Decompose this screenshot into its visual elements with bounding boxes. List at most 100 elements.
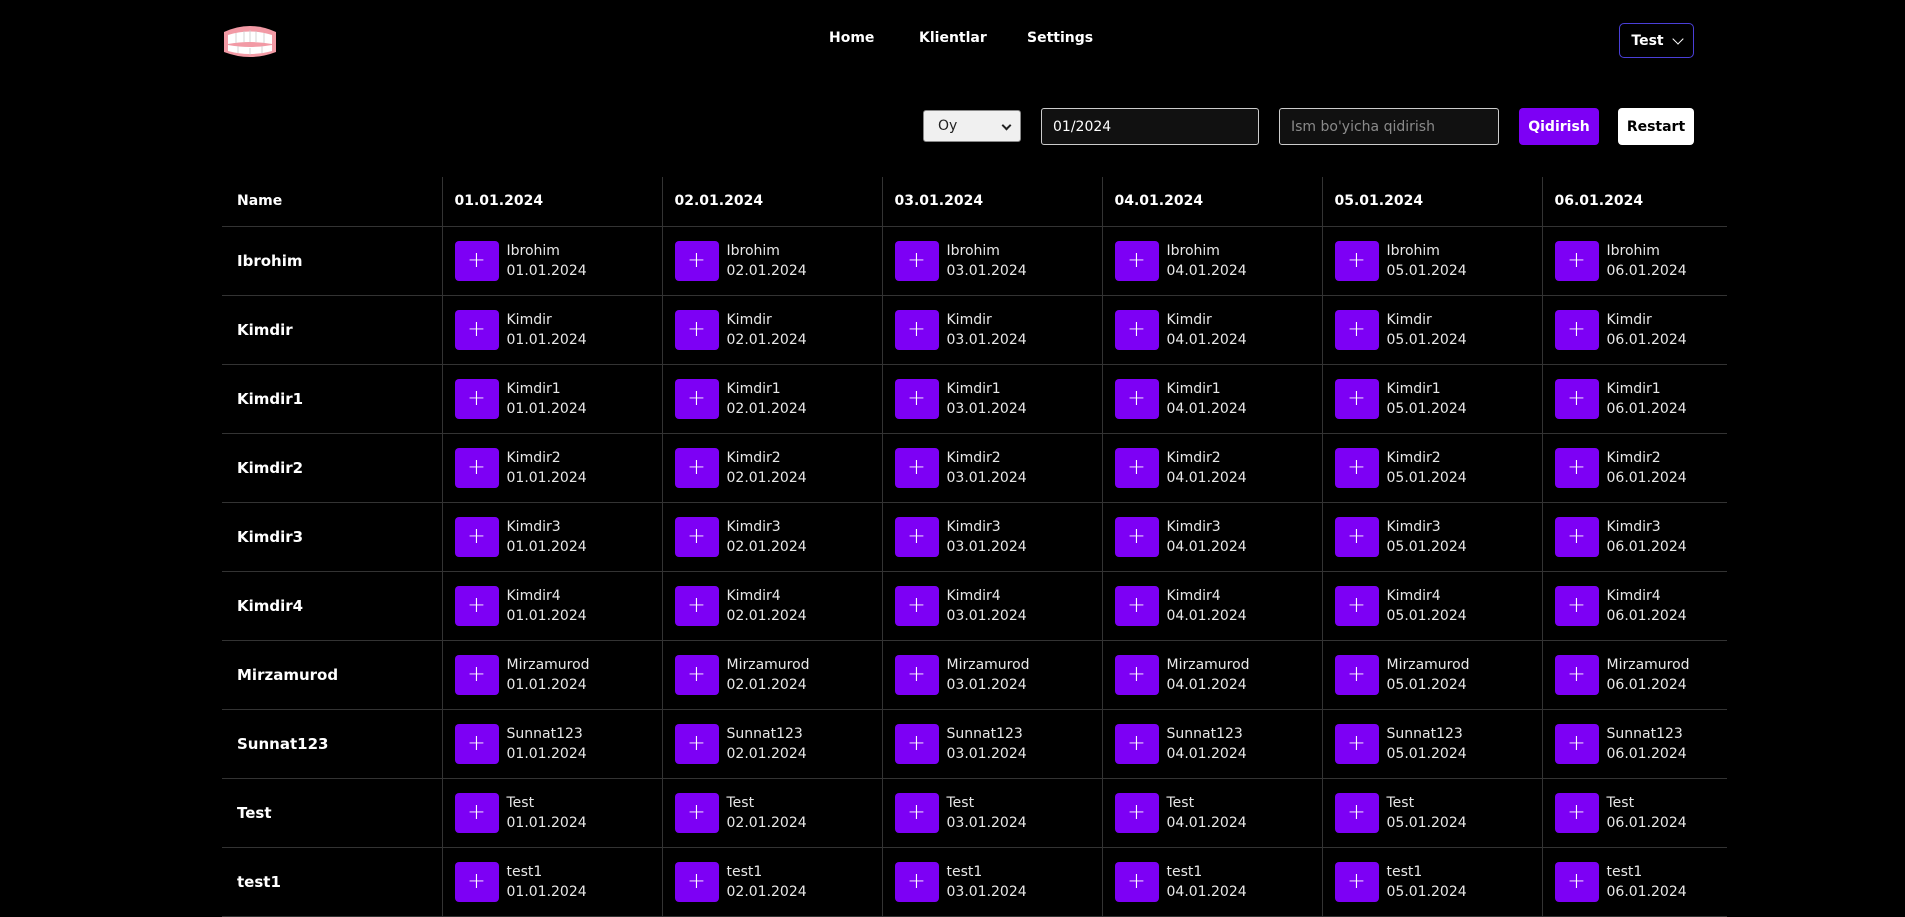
add-appointment-button[interactable]: + <box>1554 516 1599 557</box>
add-appointment-button[interactable]: + <box>454 792 499 833</box>
add-appointment-button[interactable]: + <box>1334 447 1379 488</box>
add-appointment-button[interactable]: + <box>674 240 719 281</box>
add-appointment-button[interactable]: + <box>454 861 499 902</box>
add-appointment-button[interactable]: + <box>894 585 939 626</box>
add-appointment-button[interactable]: + <box>894 723 939 764</box>
add-appointment-button[interactable]: + <box>674 447 719 488</box>
add-appointment-button[interactable]: + <box>674 723 719 764</box>
date-column-header: 05.01.2024 <box>1322 177 1543 227</box>
appointment-cell: + Kimdir4 05.01.2024 <box>1322 571 1543 641</box>
select-arrow-icon <box>1001 120 1012 131</box>
add-appointment-button[interactable]: + <box>894 309 939 350</box>
add-appointment-button[interactable]: + <box>1114 792 1159 833</box>
add-appointment-button[interactable]: + <box>454 723 499 764</box>
add-appointment-button[interactable]: + <box>454 654 499 695</box>
add-appointment-button[interactable]: + <box>1554 240 1599 281</box>
nav-settings[interactable]: Settings <box>1027 30 1093 46</box>
appointment-slot: + Kimdir3 03.01.2024 <box>894 516 1102 557</box>
add-appointment-button[interactable]: + <box>894 447 939 488</box>
add-appointment-button[interactable]: + <box>1334 861 1379 902</box>
plus-icon: + <box>907 662 926 687</box>
add-appointment-button[interactable]: + <box>1114 516 1159 557</box>
appointment-cell: + Mirzamurod 04.01.2024 <box>1102 640 1323 710</box>
appointment-cell: + Test 04.01.2024 <box>1102 778 1323 848</box>
add-appointment-button[interactable]: + <box>894 240 939 281</box>
add-appointment-button[interactable]: + <box>1114 447 1159 488</box>
plus-icon: + <box>907 869 926 894</box>
add-appointment-button[interactable]: + <box>674 861 719 902</box>
add-appointment-button[interactable]: + <box>1554 585 1599 626</box>
add-appointment-button[interactable]: + <box>1114 378 1159 419</box>
slot-date: 03.01.2024 <box>946 262 1027 279</box>
add-appointment-button[interactable]: + <box>1334 309 1379 350</box>
plus-icon: + <box>1567 455 1586 480</box>
add-appointment-button[interactable]: + <box>1334 240 1379 281</box>
slot-info: Test 02.01.2024 <box>727 793 807 833</box>
add-appointment-button[interactable]: + <box>1114 585 1159 626</box>
add-appointment-button[interactable]: + <box>454 240 499 281</box>
add-appointment-button[interactable]: + <box>674 309 719 350</box>
slot-client-name: Kimdir2 <box>726 449 781 466</box>
plus-icon: + <box>907 455 926 480</box>
add-appointment-button[interactable]: + <box>454 309 499 350</box>
name-search-input[interactable]: Ism bo'yicha qidirish <box>1279 108 1499 145</box>
add-appointment-button[interactable]: + <box>894 792 939 833</box>
slot-date: 03.01.2024 <box>946 607 1027 624</box>
slot-date: 06.01.2024 <box>1606 607 1687 624</box>
add-appointment-button[interactable]: + <box>454 516 499 557</box>
add-appointment-button[interactable]: + <box>1554 654 1599 695</box>
search-button[interactable]: Qidirish <box>1519 108 1599 145</box>
add-appointment-button[interactable]: + <box>1114 861 1159 902</box>
date-column-header: 02.01.2024 <box>662 177 883 227</box>
appointment-cell: + Sunnat123 04.01.2024 <box>1102 709 1323 779</box>
slot-client-name: Kimdir3 <box>1166 518 1221 535</box>
add-appointment-button[interactable]: + <box>1334 723 1379 764</box>
slot-info: Mirzamurod 03.01.2024 <box>947 655 1030 695</box>
add-appointment-button[interactable]: + <box>894 654 939 695</box>
add-appointment-button[interactable]: + <box>1334 378 1379 419</box>
add-appointment-button[interactable]: + <box>1114 654 1159 695</box>
add-appointment-button[interactable]: + <box>674 654 719 695</box>
client-name: Kimdir3 <box>222 502 443 572</box>
slot-date: 04.01.2024 <box>1166 331 1247 348</box>
add-appointment-button[interactable]: + <box>1334 792 1379 833</box>
user-menu-button[interactable]: Test <box>1619 23 1694 58</box>
appointment-slot: + Kimdir4 06.01.2024 <box>1554 585 1728 626</box>
add-appointment-button[interactable]: + <box>674 378 719 419</box>
add-appointment-button[interactable]: + <box>1334 585 1379 626</box>
month-input[interactable]: 01/2024 <box>1041 108 1259 145</box>
restart-button[interactable]: Restart <box>1618 108 1694 145</box>
add-appointment-button[interactable]: + <box>1554 723 1599 764</box>
appointment-cell: + Kimdir3 04.01.2024 <box>1102 502 1323 572</box>
teeth-logo-icon[interactable] <box>222 24 278 58</box>
nav-home[interactable]: Home <box>829 30 874 46</box>
add-appointment-button[interactable]: + <box>894 861 939 902</box>
appointment-cell: + Ibrohim 04.01.2024 <box>1102 226 1323 296</box>
add-appointment-button[interactable]: + <box>1114 309 1159 350</box>
add-appointment-button[interactable]: + <box>1554 861 1599 902</box>
add-appointment-button[interactable]: + <box>454 585 499 626</box>
period-select[interactable]: Oy <box>923 110 1021 142</box>
add-appointment-button[interactable]: + <box>674 516 719 557</box>
add-appointment-button[interactable]: + <box>1554 309 1599 350</box>
add-appointment-button[interactable]: + <box>674 585 719 626</box>
slot-info: Test 01.01.2024 <box>507 793 587 833</box>
add-appointment-button[interactable]: + <box>1114 723 1159 764</box>
appointment-cell: + Mirzamurod 01.01.2024 <box>442 640 663 710</box>
client-name: Ibrohim <box>222 226 443 296</box>
add-appointment-button[interactable]: + <box>1114 240 1159 281</box>
slot-info: test1 02.01.2024 <box>727 862 807 902</box>
add-appointment-button[interactable]: + <box>1554 378 1599 419</box>
add-appointment-button[interactable]: + <box>1554 447 1599 488</box>
add-appointment-button[interactable]: + <box>1554 792 1599 833</box>
add-appointment-button[interactable]: + <box>1334 654 1379 695</box>
add-appointment-button[interactable]: + <box>894 516 939 557</box>
slot-info: Kimdir2 05.01.2024 <box>1387 448 1467 488</box>
plus-icon: + <box>1347 662 1366 687</box>
add-appointment-button[interactable]: + <box>454 378 499 419</box>
add-appointment-button[interactable]: + <box>1334 516 1379 557</box>
add-appointment-button[interactable]: + <box>454 447 499 488</box>
add-appointment-button[interactable]: + <box>894 378 939 419</box>
add-appointment-button[interactable]: + <box>674 792 719 833</box>
nav-klientlar[interactable]: Klientlar <box>919 30 987 46</box>
